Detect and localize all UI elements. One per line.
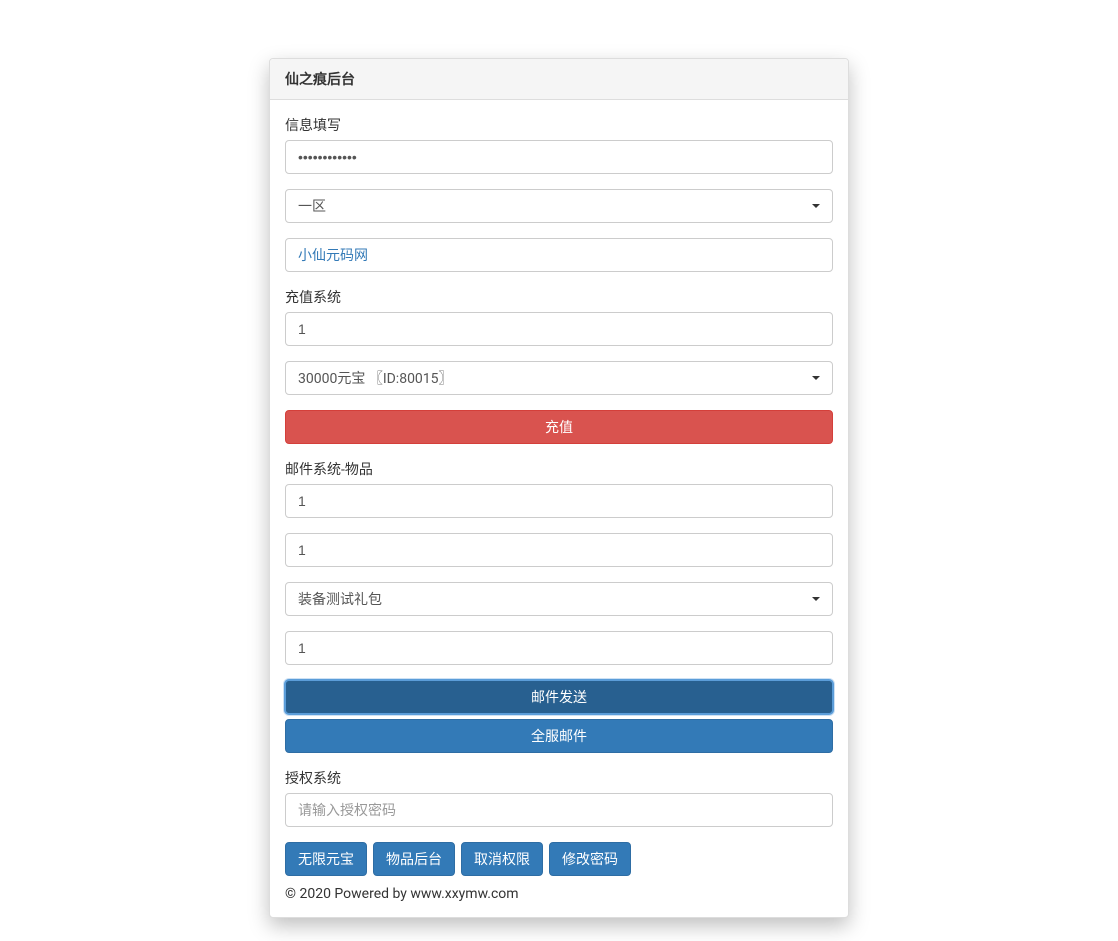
recharge-section: 充值系统 <box>285 287 833 346</box>
footer-text: © 2020 Powered by www.xxymw.com <box>285 886 833 902</box>
recharge-amount-input[interactable] <box>285 312 833 346</box>
info-section: 信息填写 <box>285 115 833 174</box>
recharge-label: 充值系统 <box>285 287 833 307</box>
mail-item-selected-label: 装备测试礼包 <box>298 592 382 608</box>
panel-body: 信息填写 一区 充值系统 30000元宝 〖ID:80015〗 充值 <box>270 100 848 917</box>
mail-item-group: 装备测试礼包 <box>285 582 833 616</box>
revoke-button[interactable]: 取消权限 <box>461 842 543 876</box>
recharge-item-selected-label: 30000元宝 〖ID:80015〗 <box>298 371 453 387</box>
zone-select[interactable]: 一区 <box>285 189 833 223</box>
name-group <box>285 238 833 272</box>
mail-field3-input[interactable] <box>285 631 833 665</box>
unlimited-gold-button[interactable]: 无限元宝 <box>285 842 367 876</box>
mail-field2-input[interactable] <box>285 533 833 567</box>
caret-down-icon <box>812 204 820 208</box>
auth-label: 授权系统 <box>285 768 833 788</box>
recharge-item-group: 30000元宝 〖ID:80015〗 <box>285 361 833 395</box>
item-admin-button[interactable]: 物品后台 <box>373 842 455 876</box>
mail-send-button[interactable]: 邮件发送 <box>285 680 833 714</box>
mail-field2-group <box>285 533 833 567</box>
action-buttons: 无限元宝 物品后台 取消权限 修改密码 <box>285 842 833 876</box>
admin-panel: 仙之痕后台 信息填写 一区 充值系统 30000元宝 〖ID:80015〗 <box>269 58 849 918</box>
mail-item-select[interactable]: 装备测试礼包 <box>285 582 833 616</box>
mail-field1-input[interactable] <box>285 484 833 518</box>
mail-field3-group <box>285 631 833 665</box>
password-input[interactable] <box>285 140 833 174</box>
mail-label: 邮件系统-物品 <box>285 459 833 479</box>
recharge-button-group: 充值 <box>285 410 833 444</box>
recharge-item-select[interactable]: 30000元宝 〖ID:80015〗 <box>285 361 833 395</box>
auth-section: 授权系统 <box>285 768 833 827</box>
mail-all-button[interactable]: 全服邮件 <box>285 719 833 753</box>
info-label: 信息填写 <box>285 115 833 135</box>
recharge-button[interactable]: 充值 <box>285 410 833 444</box>
caret-down-icon <box>812 376 820 380</box>
zone-group: 一区 <box>285 189 833 223</box>
panel-title: 仙之痕后台 <box>270 59 848 100</box>
change-password-button[interactable]: 修改密码 <box>549 842 631 876</box>
zone-selected-label: 一区 <box>298 199 326 215</box>
auth-password-input[interactable] <box>285 793 833 827</box>
mail-all-group: 全服邮件 <box>285 719 833 753</box>
caret-down-icon <box>812 597 820 601</box>
name-input[interactable] <box>285 238 833 272</box>
mail-section: 邮件系统-物品 <box>285 459 833 518</box>
